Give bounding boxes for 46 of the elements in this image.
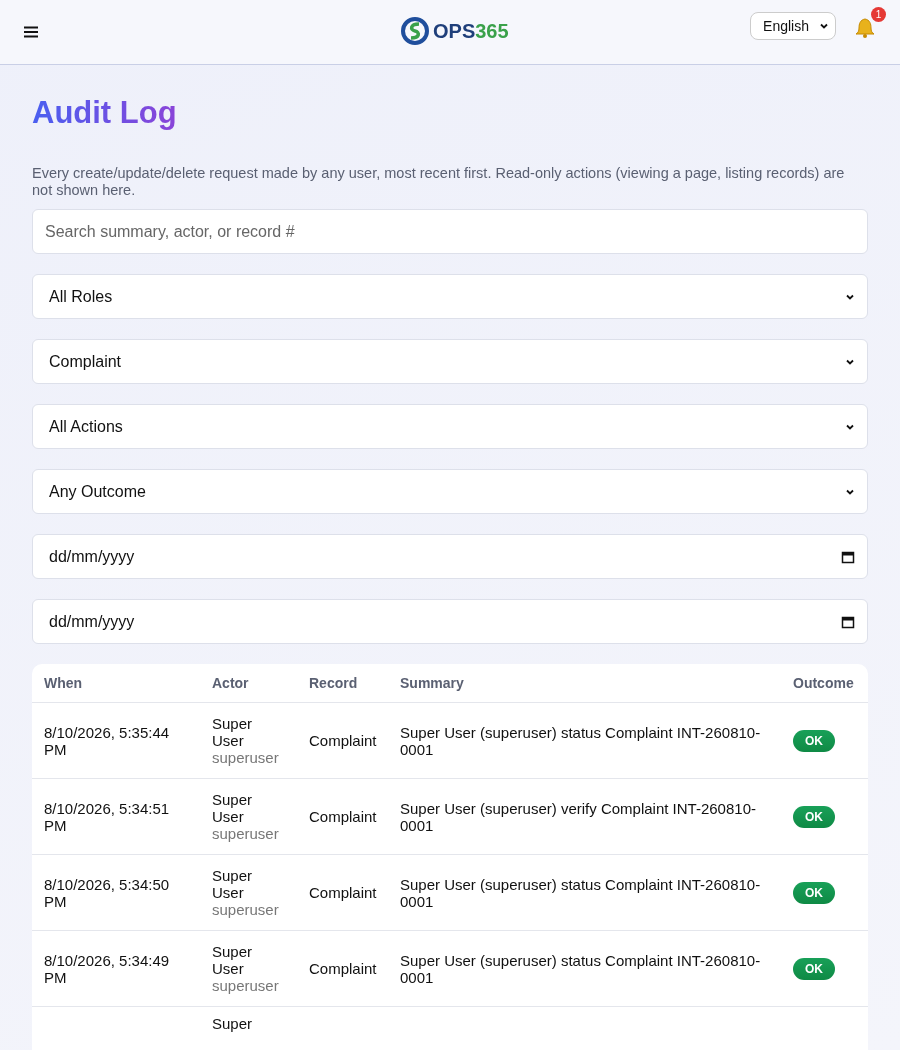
- date-field[interactable]: dd/mm/yyyy: [32, 534, 868, 579]
- column-header: Summary: [399, 675, 465, 691]
- column-header: Actor: [211, 675, 250, 691]
- calendar-icon: [841, 549, 855, 564]
- menu-icon[interactable]: [24, 26, 38, 38]
- record-type: Complaint: [309, 732, 377, 749]
- record-type: Complaint: [309, 884, 377, 901]
- timestamp: 8/10/2026, 5:34:50 PM: [44, 875, 170, 910]
- actor-name: Super User: [212, 715, 254, 749]
- summary-text: Super User (superuser) verify Complaint INT-260810-0001: [400, 799, 756, 834]
- outcome-badge: OK: [793, 806, 835, 828]
- summary-text: Super User (superuser) status Complaint INT-260810-0001: [400, 875, 761, 910]
- filter-select[interactable]: Complaint: [32, 339, 868, 384]
- bell-icon[interactable]: [854, 17, 876, 39]
- notification-badge: 1: [871, 7, 886, 22]
- chevron-down-icon: [819, 21, 829, 31]
- logo[interactable]: OPS365: [400, 16, 509, 46]
- record-type: Complaint: [309, 960, 377, 977]
- filter-select[interactable]: All Actions: [32, 404, 868, 449]
- timestamp: 8/10/2026, 5:35:44 PM: [44, 723, 170, 758]
- calendar-icon: [841, 614, 855, 629]
- timestamp: 8/10/2026, 5:34:49 PM: [44, 951, 170, 986]
- actor-name: Super User: [212, 943, 254, 977]
- summary-text: Super User (superuser) status Complaint INT-260810-0001: [400, 951, 761, 986]
- actor-name: Super: [212, 1015, 254, 1032]
- actor-name: Super User: [212, 867, 254, 901]
- filter-select[interactable]: Any Outcome: [32, 469, 868, 514]
- outcome-badge: OK: [793, 730, 835, 752]
- actor-username: superuser: [212, 749, 280, 766]
- column-header: Record: [308, 675, 359, 691]
- outcome-badge: OK: [793, 958, 835, 980]
- page-description: Every create/update/delete request made by any user, most recent first. Read-only actions (viewing a page, listing records) are not shown here.: [32, 165, 846, 199]
- search-field[interactable]: Search summary, actor, or record #: [32, 209, 868, 254]
- actor-name: Super User: [212, 791, 254, 825]
- actor-username: superuser: [212, 825, 280, 842]
- timestamp: 8/10/2026, 5:34:51 PM: [44, 799, 170, 834]
- column-header: When: [43, 675, 84, 691]
- language-select[interactable]: English: [750, 12, 836, 40]
- date-field[interactable]: dd/mm/yyyy: [32, 599, 868, 644]
- column-header: Outcome: [792, 675, 855, 691]
- actor-username: superuser: [212, 901, 280, 918]
- actor-username: superuser: [212, 977, 280, 994]
- summary-text: Super User (superuser) status Complaint INT-260810-0001: [400, 723, 761, 758]
- filter-select[interactable]: All Roles: [32, 274, 868, 319]
- record-type: Complaint: [309, 808, 377, 825]
- outcome-badge: OK: [793, 882, 835, 904]
